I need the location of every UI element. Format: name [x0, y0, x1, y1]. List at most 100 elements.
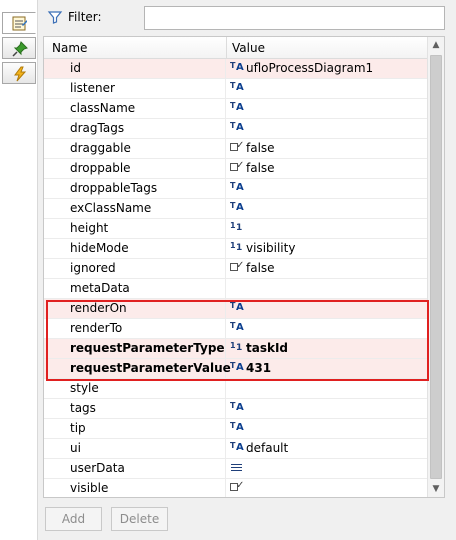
property-value: false: [246, 161, 275, 175]
property-name-cell[interactable]: height: [44, 219, 226, 239]
property-name-cell[interactable]: id: [44, 59, 226, 79]
property-row[interactable]: renderOn: [44, 299, 428, 319]
property-row[interactable]: tags: [44, 399, 428, 419]
property-row[interactable]: listener: [44, 79, 428, 99]
vertical-scrollbar[interactable]: ▲ ▼: [427, 37, 444, 497]
property-row[interactable]: metaData: [44, 279, 428, 299]
property-name-cell[interactable]: droppableTags: [44, 179, 226, 199]
property-name-cell[interactable]: dragTags: [44, 119, 226, 139]
string-type-icon: [230, 302, 244, 314]
string-type-icon: [230, 322, 244, 334]
property-value-cell[interactable]: false: [227, 259, 428, 279]
properties-tab[interactable]: [2, 12, 36, 34]
property-name: hideMode: [70, 241, 129, 255]
column-header-value[interactable]: Value: [232, 41, 265, 55]
property-value-cell[interactable]: taskId: [227, 339, 428, 359]
property-row[interactable]: droppable false: [44, 159, 428, 179]
property-value-cell[interactable]: [227, 379, 428, 399]
property-name-cell[interactable]: metaData: [44, 279, 226, 299]
property-row[interactable]: userData: [44, 459, 428, 479]
delete-button[interactable]: Delete: [111, 507, 168, 531]
property-value-cell[interactable]: [227, 199, 428, 219]
filter-input[interactable]: [144, 6, 445, 30]
property-value-cell[interactable]: [227, 179, 428, 199]
property-name-cell[interactable]: ignored: [44, 259, 226, 279]
property-name-cell[interactable]: draggable: [44, 139, 226, 159]
string-type-icon: [230, 182, 244, 194]
scroll-up-arrow-icon[interactable]: ▲: [428, 37, 444, 53]
boolean-type-icon: [230, 482, 244, 494]
property-name-cell[interactable]: droppable: [44, 159, 226, 179]
boolean-type-icon: [230, 262, 244, 274]
property-name-cell[interactable]: visible: [44, 479, 226, 497]
property-row[interactable]: className: [44, 99, 428, 119]
property-value-cell[interactable]: [227, 319, 428, 339]
string-type-icon: [230, 82, 244, 94]
property-value-cell[interactable]: visibility: [227, 239, 428, 259]
property-row[interactable]: height: [44, 219, 428, 239]
property-row[interactable]: ui default: [44, 439, 428, 459]
property-name-cell[interactable]: ui: [44, 439, 226, 459]
string-type-icon: [230, 202, 244, 214]
property-value-cell[interactable]: [227, 399, 428, 419]
string-type-icon: [230, 102, 244, 114]
property-value-cell[interactable]: [227, 279, 428, 299]
property-row[interactable]: id ufloProcessDiagram1: [44, 59, 428, 79]
pin-tab[interactable]: [2, 37, 36, 59]
side-tab-strip: [0, 0, 38, 540]
property-name: exClassName: [70, 201, 152, 215]
property-value-cell[interactable]: ufloProcessDiagram1: [227, 59, 428, 79]
property-value-cell[interactable]: 431: [227, 359, 428, 379]
property-value-cell[interactable]: [227, 479, 428, 497]
column-divider[interactable]: [226, 37, 227, 59]
property-name-cell[interactable]: requestParameterValue: [44, 359, 231, 379]
property-name-cell[interactable]: exClassName: [44, 199, 226, 219]
string-type-icon: [230, 62, 244, 74]
property-row[interactable]: exClassName: [44, 199, 428, 219]
filter-label: Filter:: [68, 10, 102, 24]
property-row[interactable]: visible: [44, 479, 428, 497]
column-header-name[interactable]: Name: [52, 41, 87, 55]
property-value-cell[interactable]: false: [227, 159, 428, 179]
property-row[interactable]: hideMode visibility: [44, 239, 428, 259]
property-value-cell[interactable]: [227, 219, 428, 239]
property-row[interactable]: requestParameterValue 431: [44, 359, 428, 379]
property-value-cell[interactable]: [227, 79, 428, 99]
property-value-cell[interactable]: default: [227, 439, 428, 459]
property-value: false: [246, 141, 275, 155]
property-name-cell[interactable]: style: [44, 379, 226, 399]
property-value-cell[interactable]: [227, 99, 428, 119]
add-button[interactable]: Add: [45, 507, 102, 531]
scroll-down-arrow-icon[interactable]: ▼: [428, 481, 444, 497]
property-name-cell[interactable]: userData: [44, 459, 226, 479]
property-name: ignored: [70, 261, 116, 275]
scroll-thumb[interactable]: [430, 55, 442, 479]
property-name: className: [70, 101, 136, 115]
filter-icon: [47, 11, 63, 24]
property-value-cell[interactable]: [227, 299, 428, 319]
events-tab[interactable]: [2, 62, 36, 84]
property-name-cell[interactable]: renderOn: [44, 299, 226, 319]
property-name-cell[interactable]: listener: [44, 79, 226, 99]
property-row[interactable]: requestParameterType taskId: [44, 339, 428, 359]
property-name-cell[interactable]: tip: [44, 419, 226, 439]
property-row[interactable]: tip: [44, 419, 428, 439]
property-name-cell[interactable]: requestParameterType: [44, 339, 226, 359]
property-row[interactable]: style: [44, 379, 428, 399]
property-value-cell[interactable]: [227, 119, 428, 139]
property-row[interactable]: draggable false: [44, 139, 428, 159]
property-name: droppable: [70, 161, 131, 175]
property-name: tip: [70, 421, 86, 435]
property-row[interactable]: renderTo: [44, 319, 428, 339]
property-name-cell[interactable]: tags: [44, 399, 226, 419]
property-name-cell[interactable]: hideMode: [44, 239, 226, 259]
property-name-cell[interactable]: renderTo: [44, 319, 226, 339]
property-name-cell[interactable]: className: [44, 99, 226, 119]
property-value-cell[interactable]: [227, 419, 428, 439]
property-value-cell[interactable]: [227, 459, 428, 479]
property-row[interactable]: droppableTags: [44, 179, 428, 199]
property-value: ufloProcessDiagram1: [246, 61, 374, 75]
property-row[interactable]: ignored false: [44, 259, 428, 279]
property-value-cell[interactable]: false: [227, 139, 428, 159]
property-row[interactable]: dragTags: [44, 119, 428, 139]
